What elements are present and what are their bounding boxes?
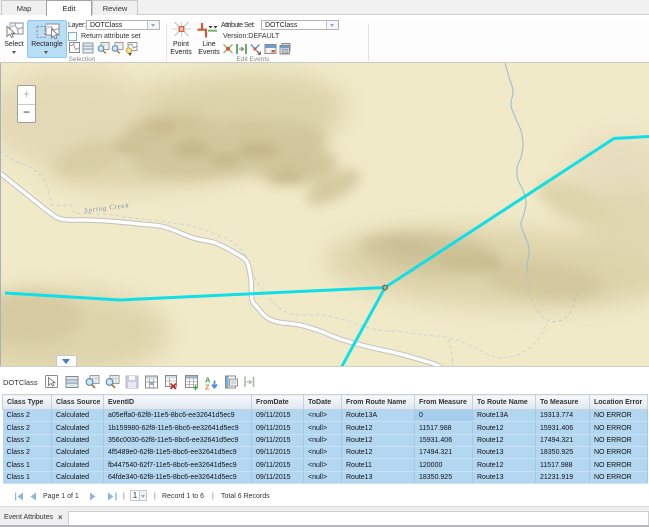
svg-text:Z: Z xyxy=(205,383,210,391)
